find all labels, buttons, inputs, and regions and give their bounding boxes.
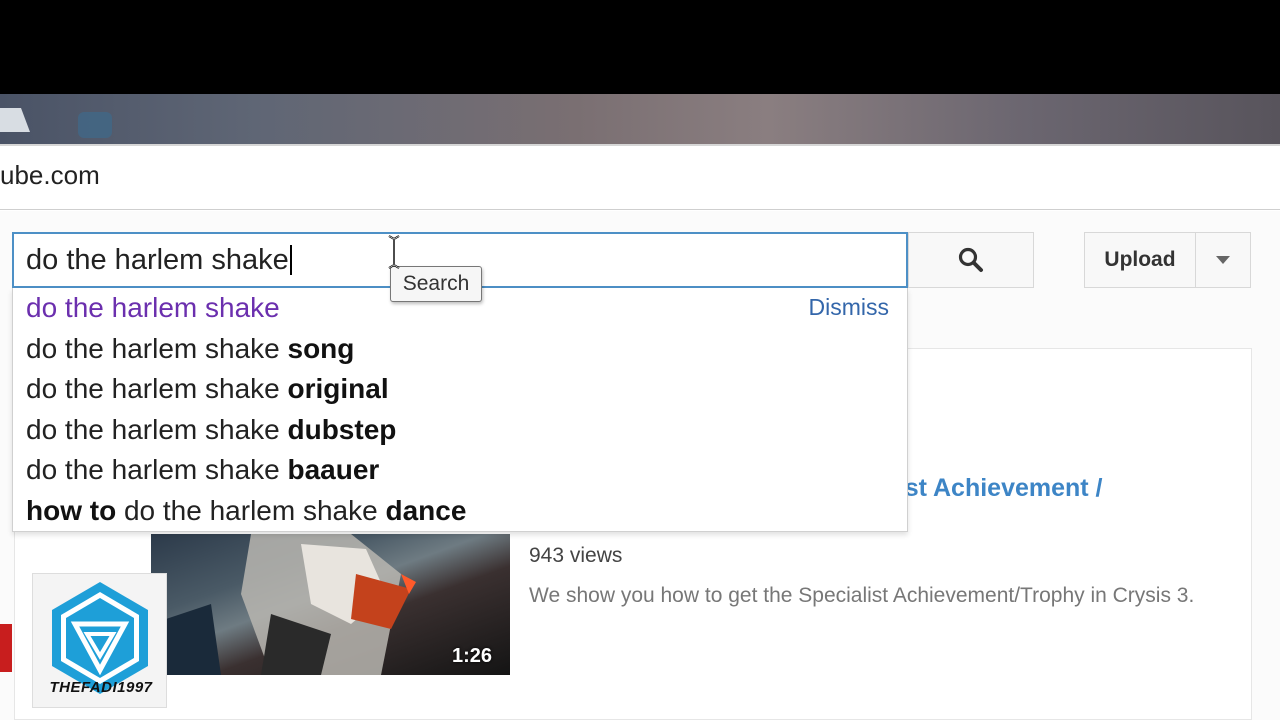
suggestion-item[interactable]: how to do the harlem shake dance (26, 491, 466, 531)
suggestion-text: do the harlem shake (26, 373, 288, 405)
browser-tab-strip (0, 94, 1280, 144)
suggestion-completion: dance (385, 495, 467, 526)
suggestion-completion: dubstep (287, 413, 397, 445)
suggestion-item[interactable]: do the harlem shake original (26, 369, 389, 409)
search-query-text: do the harlem shake (26, 243, 289, 276)
search-icon (958, 247, 983, 272)
tab-favicon-icon (78, 112, 112, 138)
search-tooltip: Search (390, 266, 482, 302)
video-views: 943 views (529, 544, 623, 567)
suggestion-item[interactable]: do the harlem shake dubstep (26, 410, 396, 450)
channel-name: THEFADI1997 (49, 679, 153, 696)
suggestion-text: do the harlem shake (26, 332, 288, 364)
video-title-link[interactable]: ialist Achievement / (870, 474, 1200, 503)
search-suggestions: Dismiss do the harlem shake do the harlem… (12, 288, 908, 532)
suggestion-text: do the harlem shake (26, 454, 288, 486)
upload-menu-button[interactable] (1195, 232, 1251, 288)
suggestion-prefix: how to (26, 495, 117, 526)
video-description: We show you how to get the Specialist Ac… (529, 584, 1195, 607)
suggestion-text: do the harlem shake (116, 495, 386, 526)
dismiss-link[interactable]: Dismiss (809, 294, 890, 321)
suggestion-text: do the harlem shake (26, 292, 280, 323)
suggestion-item[interactable]: do the harlem shake song (26, 329, 354, 369)
video-duration: 1:26 (452, 645, 493, 667)
search-button[interactable] (908, 232, 1034, 288)
red-accent-strip (0, 624, 12, 672)
text-caret (289, 245, 292, 275)
suggestion-completion: original (287, 373, 389, 405)
address-bar[interactable] (0, 144, 1280, 210)
suggestion-completion: song (287, 332, 355, 364)
address-bar-url[interactable]: ube.com (0, 160, 100, 191)
chevron-down-icon (1216, 256, 1230, 264)
suggestion-completion: baauer (287, 454, 380, 486)
suggestion-item[interactable]: do the harlem shake (26, 288, 280, 328)
upload-button[interactable]: Upload (1084, 232, 1196, 288)
suggestion-text: do the harlem shake (26, 413, 288, 445)
suggestion-item[interactable]: do the harlem shake baauer (26, 450, 379, 490)
i-beam-cursor-icon (388, 235, 400, 269)
letterbox-top (0, 0, 1280, 94)
